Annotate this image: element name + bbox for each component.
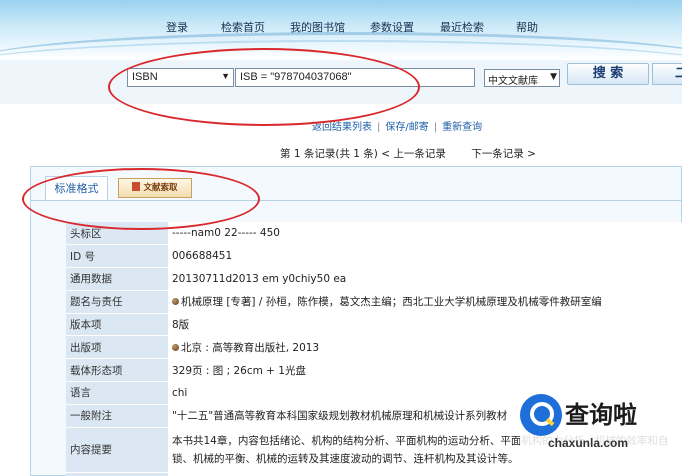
- watermark-url: chaxunla.com: [548, 436, 629, 450]
- field-value: 8版: [168, 313, 682, 337]
- field-label: 出版项: [66, 335, 168, 360]
- field-value-text: 8版: [172, 319, 190, 332]
- bullet-icon: [172, 298, 179, 306]
- field-value-text: 北京 : 高等教育出版社, 2013: [181, 341, 320, 354]
- field-label: ID 号: [66, 244, 168, 269]
- library-select-value: 中文文献库: [488, 76, 538, 87]
- field-label: 语言: [66, 381, 168, 405]
- table-row: 载体形态项 329页 : 图 ; 26cm + 1光盘: [66, 358, 682, 383]
- nav-my-library[interactable]: 我的图书馆: [290, 19, 345, 35]
- watermark-name: 查询啦: [565, 401, 637, 429]
- table-row: ID 号 006688451: [66, 244, 682, 269]
- magnifier-logo-icon: [520, 394, 562, 436]
- top-banner: 登录 检索首页 我的图书馆 参数设置 最近检索 帮助: [0, 0, 682, 60]
- extra-button[interactable]: 二: [652, 63, 682, 85]
- field-label: 内容提要: [66, 427, 168, 473]
- table-row: 版本项 8版: [66, 313, 682, 337]
- field-label: 载体形态项: [66, 358, 168, 383]
- field-label: 主题: [66, 472, 168, 476]
- nav-search-home[interactable]: 检索首页: [221, 19, 265, 35]
- field-value: 北京 : 高等教育出版社, 2013: [168, 335, 682, 360]
- field-value: 20130711d2013 em y0chiy50 ea: [168, 267, 682, 291]
- nav-settings[interactable]: 参数设置: [370, 19, 414, 35]
- new-search-link[interactable]: 重新查询: [442, 122, 482, 133]
- next-record-link[interactable]: 下一条记录 >: [471, 148, 536, 160]
- field-value-text: 006688451: [172, 250, 233, 263]
- divider: |: [377, 122, 381, 133]
- library-select[interactable]: 中文文献库 ▼: [484, 69, 560, 87]
- table-row: 通用数据 20130711d2013 em y0chiy50 ea: [66, 267, 682, 291]
- field-label: 题名与责任: [66, 290, 168, 314]
- nav-login[interactable]: 登录: [166, 19, 188, 35]
- save-mail-link[interactable]: 保存/邮寄: [385, 122, 428, 133]
- record-pager: 第 1 条记录(共 1 条) < 上一条记录 下一条记录 >: [280, 146, 536, 161]
- dropdown-arrow-icon: ▼: [550, 72, 557, 82]
- field-value-text: 329页 : 图 ; 26cm + 1光盘: [172, 364, 306, 377]
- annotation-circle: [108, 48, 420, 126]
- table-row: 题名与责任 机械原理 [专著] / 孙桓，陈作模，葛文杰主编；西北工业大学机械原理…: [66, 290, 682, 314]
- field-value: 006688451: [168, 244, 682, 269]
- pager-status: 第 1 条记录(共 1 条): [280, 148, 378, 160]
- table-row: 出版项 北京 : 高等教育出版社, 2013: [66, 335, 682, 360]
- field-label: 版本项: [66, 313, 168, 337]
- bullet-icon: [172, 343, 179, 351]
- field-value-text: -----nam0 22----- 450: [172, 227, 280, 240]
- back-to-results-link[interactable]: 返回结果列表: [312, 122, 372, 133]
- field-label: 一般附注: [66, 404, 168, 428]
- field-value: -----nam0 22----- 450: [168, 222, 682, 246]
- field-value-text: chi: [172, 386, 188, 399]
- field-value-text: 20130711d2013 em y0chiy50 ea: [172, 272, 347, 285]
- prev-record-link[interactable]: < 上一条记录: [381, 148, 446, 160]
- field-value-text[interactable]: 机械原理 [专著] / 孙桓，陈作模，葛文杰主编；西北工业大学机械原理及机械零件…: [181, 296, 602, 308]
- annotation-circle: [22, 168, 260, 230]
- field-value-text: "十二五"普通高等教育本科国家级规划教材机械原理和机械设计系列教材: [172, 410, 508, 423]
- field-value: 329页 : 图 ; 26cm + 1光盘: [168, 358, 682, 383]
- divider: |: [433, 122, 438, 133]
- field-label: 通用数据: [66, 267, 168, 291]
- field-value: 机械原理 [专著] / 孙桓，陈作模，葛文杰主编；西北工业大学机械原理及机械零件…: [168, 290, 682, 314]
- search-button[interactable]: 搜 索: [567, 63, 649, 85]
- nav-help[interactable]: 帮助: [516, 19, 538, 35]
- nav-recent-search[interactable]: 最近检索: [440, 19, 484, 35]
